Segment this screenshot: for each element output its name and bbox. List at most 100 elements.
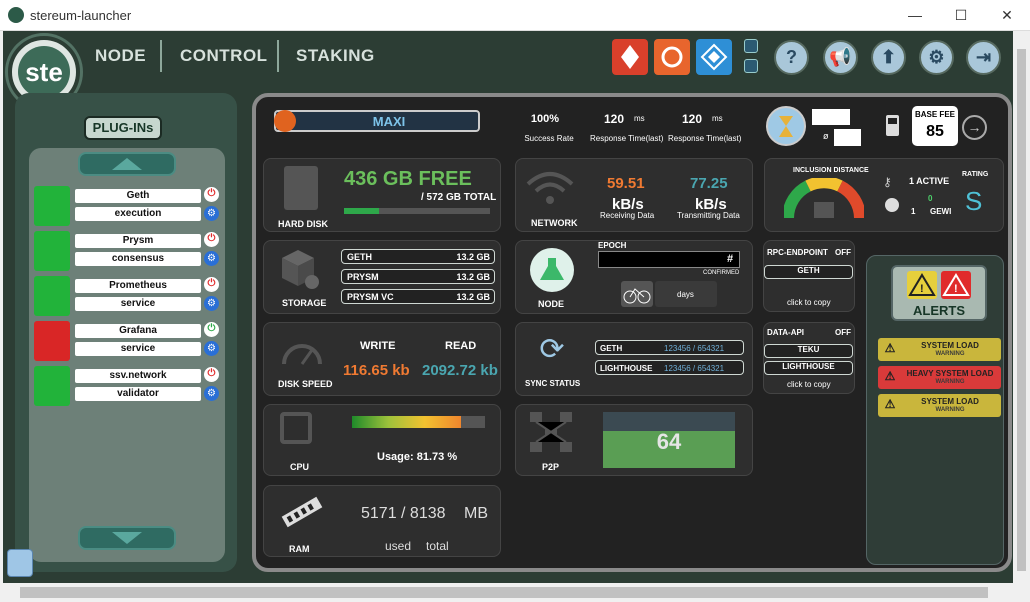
maximize-button[interactable]: ☐ bbox=[938, 4, 984, 26]
disk-usage-fill bbox=[344, 208, 380, 214]
read-value: 2092.72 kb bbox=[422, 362, 498, 379]
alerts-header[interactable]: ! ! ALERTS bbox=[891, 265, 987, 321]
data-api-state[interactable]: OFF bbox=[835, 328, 851, 337]
minimize-button[interactable]: — bbox=[892, 4, 938, 26]
update-button[interactable]: ⬆ bbox=[871, 40, 906, 75]
response-unit: ms bbox=[712, 114, 723, 123]
sync-row: LIGHTHOUSE 123456 / 654321 bbox=[595, 360, 744, 375]
nav-node[interactable]: NODE bbox=[95, 46, 146, 66]
help-button[interactable]: ? bbox=[774, 40, 809, 75]
close-button[interactable]: ✕ bbox=[984, 4, 1030, 26]
gear-icon[interactable]: ⚙ bbox=[204, 296, 219, 311]
sync-icon: ⟳ bbox=[539, 333, 565, 366]
ram-unit: MB bbox=[464, 505, 488, 522]
plugin-status[interactable] bbox=[34, 276, 70, 316]
days-box: days bbox=[655, 281, 717, 307]
gear-icon[interactable]: ⚙ bbox=[204, 386, 219, 401]
cpu-icon bbox=[280, 412, 312, 444]
plugin-status[interactable] bbox=[34, 366, 70, 406]
alert-title: SYSTEM LOAD bbox=[921, 341, 979, 350]
scroll-down-button[interactable] bbox=[78, 526, 176, 550]
alert-item[interactable]: ⚠ SYSTEM LOAD WARNING bbox=[878, 338, 1001, 361]
gear-icon[interactable]: ⚙ bbox=[204, 341, 219, 356]
data-api-client[interactable]: LIGHTHOUSE bbox=[764, 361, 853, 375]
nav-control[interactable]: CONTROL bbox=[180, 46, 268, 66]
alert-item[interactable]: ⚠ SYSTEM LOAD WARNING bbox=[878, 394, 1001, 417]
p2p-label: P2P bbox=[542, 462, 560, 472]
alert-item[interactable]: ⚠ HEAVY SYSTEM LOAD WARNING bbox=[878, 366, 1001, 389]
storage-name: PRYSM VC bbox=[347, 292, 394, 302]
plugin-item[interactable]: Prysm consensus ⏻ ⚙ bbox=[33, 230, 223, 272]
response-time-value: 120 bbox=[604, 112, 625, 126]
cpu-usage-bar bbox=[352, 416, 485, 428]
plugin-status[interactable] bbox=[34, 321, 70, 361]
hard-disk-label: HARD DISK bbox=[278, 219, 329, 229]
horizontal-scrollbar[interactable] bbox=[0, 583, 1013, 602]
scrollbar-thumb[interactable] bbox=[1017, 49, 1026, 571]
notes-icon[interactable] bbox=[7, 549, 33, 577]
plugin-item[interactable]: ssv.network validator ⏻ ⚙ bbox=[33, 365, 223, 407]
plugin-status[interactable] bbox=[34, 186, 70, 226]
settings-button[interactable]: ⚙ bbox=[919, 40, 954, 75]
lighthouse-icon[interactable] bbox=[654, 39, 690, 75]
plugin-item[interactable]: Geth execution ⏻ ⚙ bbox=[33, 185, 223, 227]
logo-text: ste bbox=[18, 46, 70, 98]
preset-bar[interactable]: MAXI bbox=[274, 110, 480, 132]
announce-button[interactable]: 📢 bbox=[823, 40, 858, 75]
power-icon[interactable]: ⏻ bbox=[204, 367, 219, 382]
power-icon[interactable]: ⏻ bbox=[204, 277, 219, 292]
response-time-label: Response Time(last) bbox=[668, 134, 742, 143]
disk-usage-bar bbox=[344, 208, 490, 214]
storage-name: PRYSM bbox=[347, 272, 379, 282]
diamond-icon[interactable] bbox=[696, 39, 732, 75]
alert-title: HEAVY SYSTEM LOAD bbox=[906, 369, 994, 378]
response-time-label: Response Time(last) bbox=[590, 134, 664, 143]
sync-row: GETH 123456 / 654321 bbox=[595, 340, 744, 355]
warning-icon: ! bbox=[907, 271, 937, 299]
nav-divider bbox=[160, 40, 162, 72]
chevron-right-icon[interactable] bbox=[744, 39, 758, 53]
arrow-right-icon[interactable]: → bbox=[962, 115, 987, 140]
fuel-icon bbox=[884, 112, 908, 138]
plugin-category: validator bbox=[75, 387, 201, 401]
plugin-status[interactable] bbox=[34, 231, 70, 271]
scroll-up-button[interactable] bbox=[78, 152, 176, 176]
disk-free-value: 436 GB FREE bbox=[344, 168, 472, 190]
alarm-icon: ! bbox=[941, 271, 971, 299]
moneybag-icon bbox=[885, 198, 899, 212]
logout-button[interactable]: ⇥ bbox=[966, 40, 1001, 75]
data-api-copy[interactable]: click to copy bbox=[787, 380, 831, 389]
rpc-client[interactable]: GETH bbox=[764, 265, 853, 279]
power-icon[interactable]: ⏻ bbox=[204, 232, 219, 247]
nav-staking[interactable]: STAKING bbox=[296, 46, 375, 66]
scrollbar-thumb[interactable] bbox=[20, 587, 988, 598]
plugin-category: service bbox=[75, 297, 201, 311]
response-unit: ms bbox=[634, 114, 645, 123]
plugin-item[interactable]: Prometheus service ⏻ ⚙ bbox=[33, 275, 223, 317]
p2p-value: 64 bbox=[656, 429, 682, 454]
alert-sub: WARNING bbox=[935, 351, 965, 357]
power-icon[interactable]: ⏻ bbox=[204, 187, 219, 202]
data-api-client[interactable]: TEKU bbox=[764, 344, 853, 358]
receiving-label: Receiving Data bbox=[600, 211, 655, 220]
ethereum-client-icon[interactable] bbox=[612, 39, 648, 75]
storage-label: STORAGE bbox=[282, 298, 327, 308]
disk-total-value: / 572 GB TOTAL bbox=[421, 192, 497, 203]
alert-sub: WARNING bbox=[935, 407, 965, 413]
rpc-copy[interactable]: click to copy bbox=[787, 298, 831, 307]
write-label: WRITE bbox=[360, 340, 396, 352]
p2p-bar: 64 bbox=[603, 412, 735, 468]
slot-box bbox=[834, 129, 861, 146]
bicycle-icon[interactable] bbox=[621, 281, 653, 307]
plugin-item[interactable]: Grafana service ⏻ ⚙ bbox=[33, 320, 223, 362]
gear-icon[interactable]: ⚙ bbox=[204, 251, 219, 266]
vertical-scrollbar[interactable] bbox=[1013, 31, 1030, 585]
gear-icon[interactable]: ⚙ bbox=[204, 206, 219, 221]
chevron-left-icon[interactable] bbox=[744, 59, 758, 73]
rpc-state[interactable]: OFF bbox=[835, 248, 851, 257]
key-icon: ⚷ bbox=[883, 175, 892, 189]
base-fee-value: 85 bbox=[926, 123, 944, 140]
success-rate-label: Success Rate bbox=[524, 134, 574, 143]
power-icon[interactable]: ⏻ bbox=[204, 322, 219, 337]
sync-status-label: SYNC STATUS bbox=[525, 379, 581, 388]
